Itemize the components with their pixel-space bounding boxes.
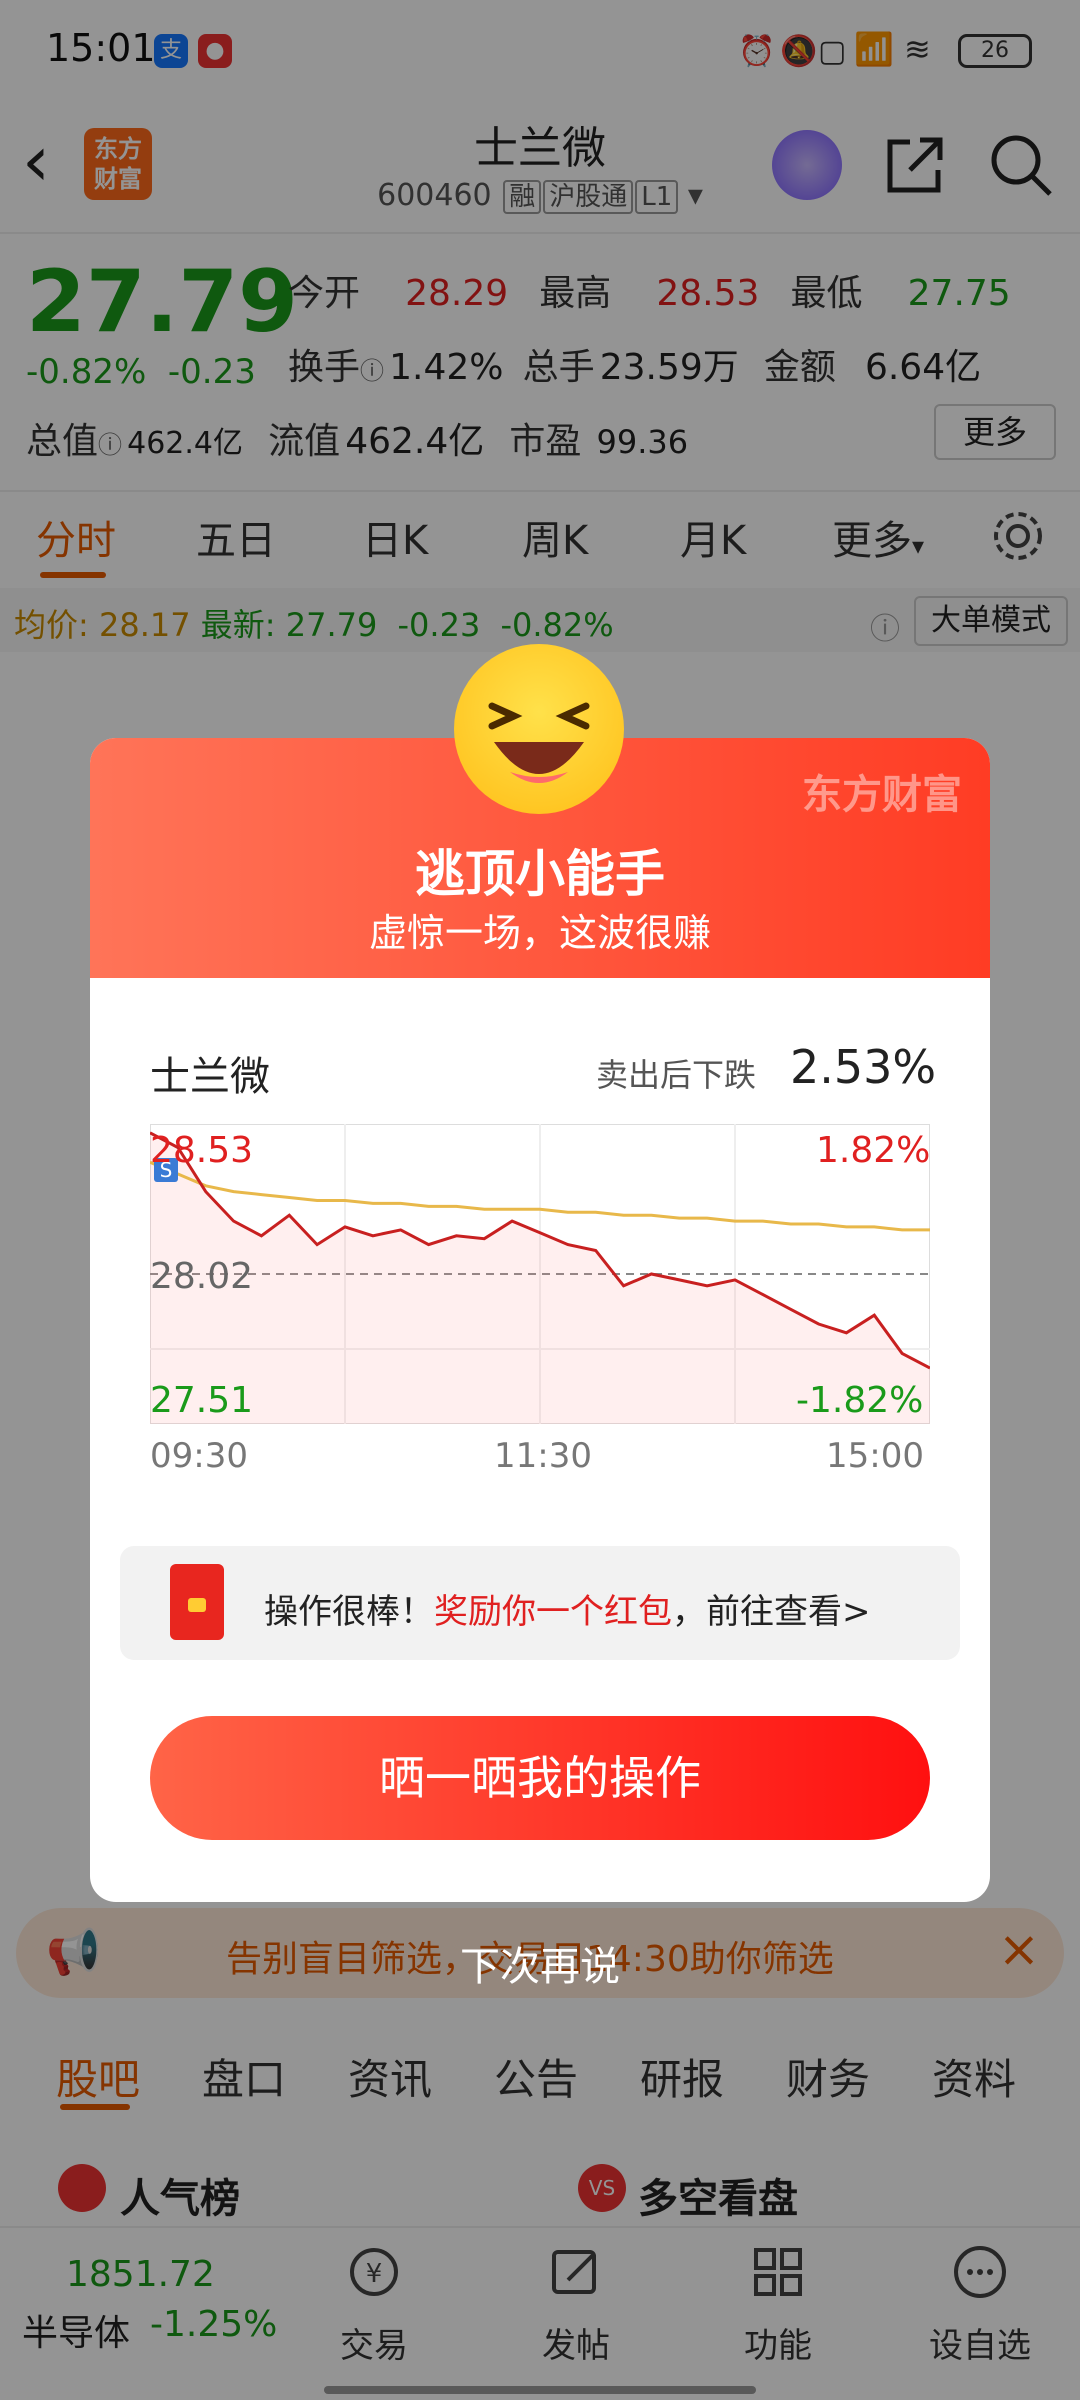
modal-title: 逃顶小能手 [415,845,665,903]
pct-min-label: -1.82% [796,1380,924,1421]
y-max-label: 28.53 [150,1130,254,1171]
reward-text: 操作很棒！奖励你一个红包，前往查看> [264,1584,871,1633]
x-tick-1130: 11:30 [494,1436,592,1476]
mini-intraday-chart: S [150,1124,930,1424]
laughing-emoji-icon [454,644,624,814]
share-operation-button[interactable]: 晒一晒我的操作 [150,1716,930,1840]
red-packet-icon [170,1564,224,1640]
drop-value: 2.53% [790,1040,937,1094]
y-mid-label: 28.02 [150,1256,254,1297]
x-tick-0930: 09:30 [150,1436,248,1476]
reward-prefix: 操作很棒！ [264,1592,434,1632]
reward-highlight: 奖励你一个红包 [434,1592,672,1632]
later-button[interactable]: 下次再说 [0,1934,1080,1992]
pct-max-label: 1.82% [816,1130,931,1171]
x-tick-1500: 15:00 [826,1436,924,1476]
modal-stock-name: 士兰微 [150,1054,270,1100]
reward-suffix: ，前往查看> [672,1592,871,1632]
red-packet-banner[interactable]: 操作很棒！奖励你一个红包，前往查看> [120,1546,960,1660]
brand-watermark: 东方财富 [802,772,962,818]
laughing-face [488,702,590,783]
y-min-label: 27.51 [150,1380,254,1421]
drop-label: 卖出后下跌 [596,1056,757,1094]
modal-subtitle: 虚惊一场，这波很赚 [368,911,711,955]
